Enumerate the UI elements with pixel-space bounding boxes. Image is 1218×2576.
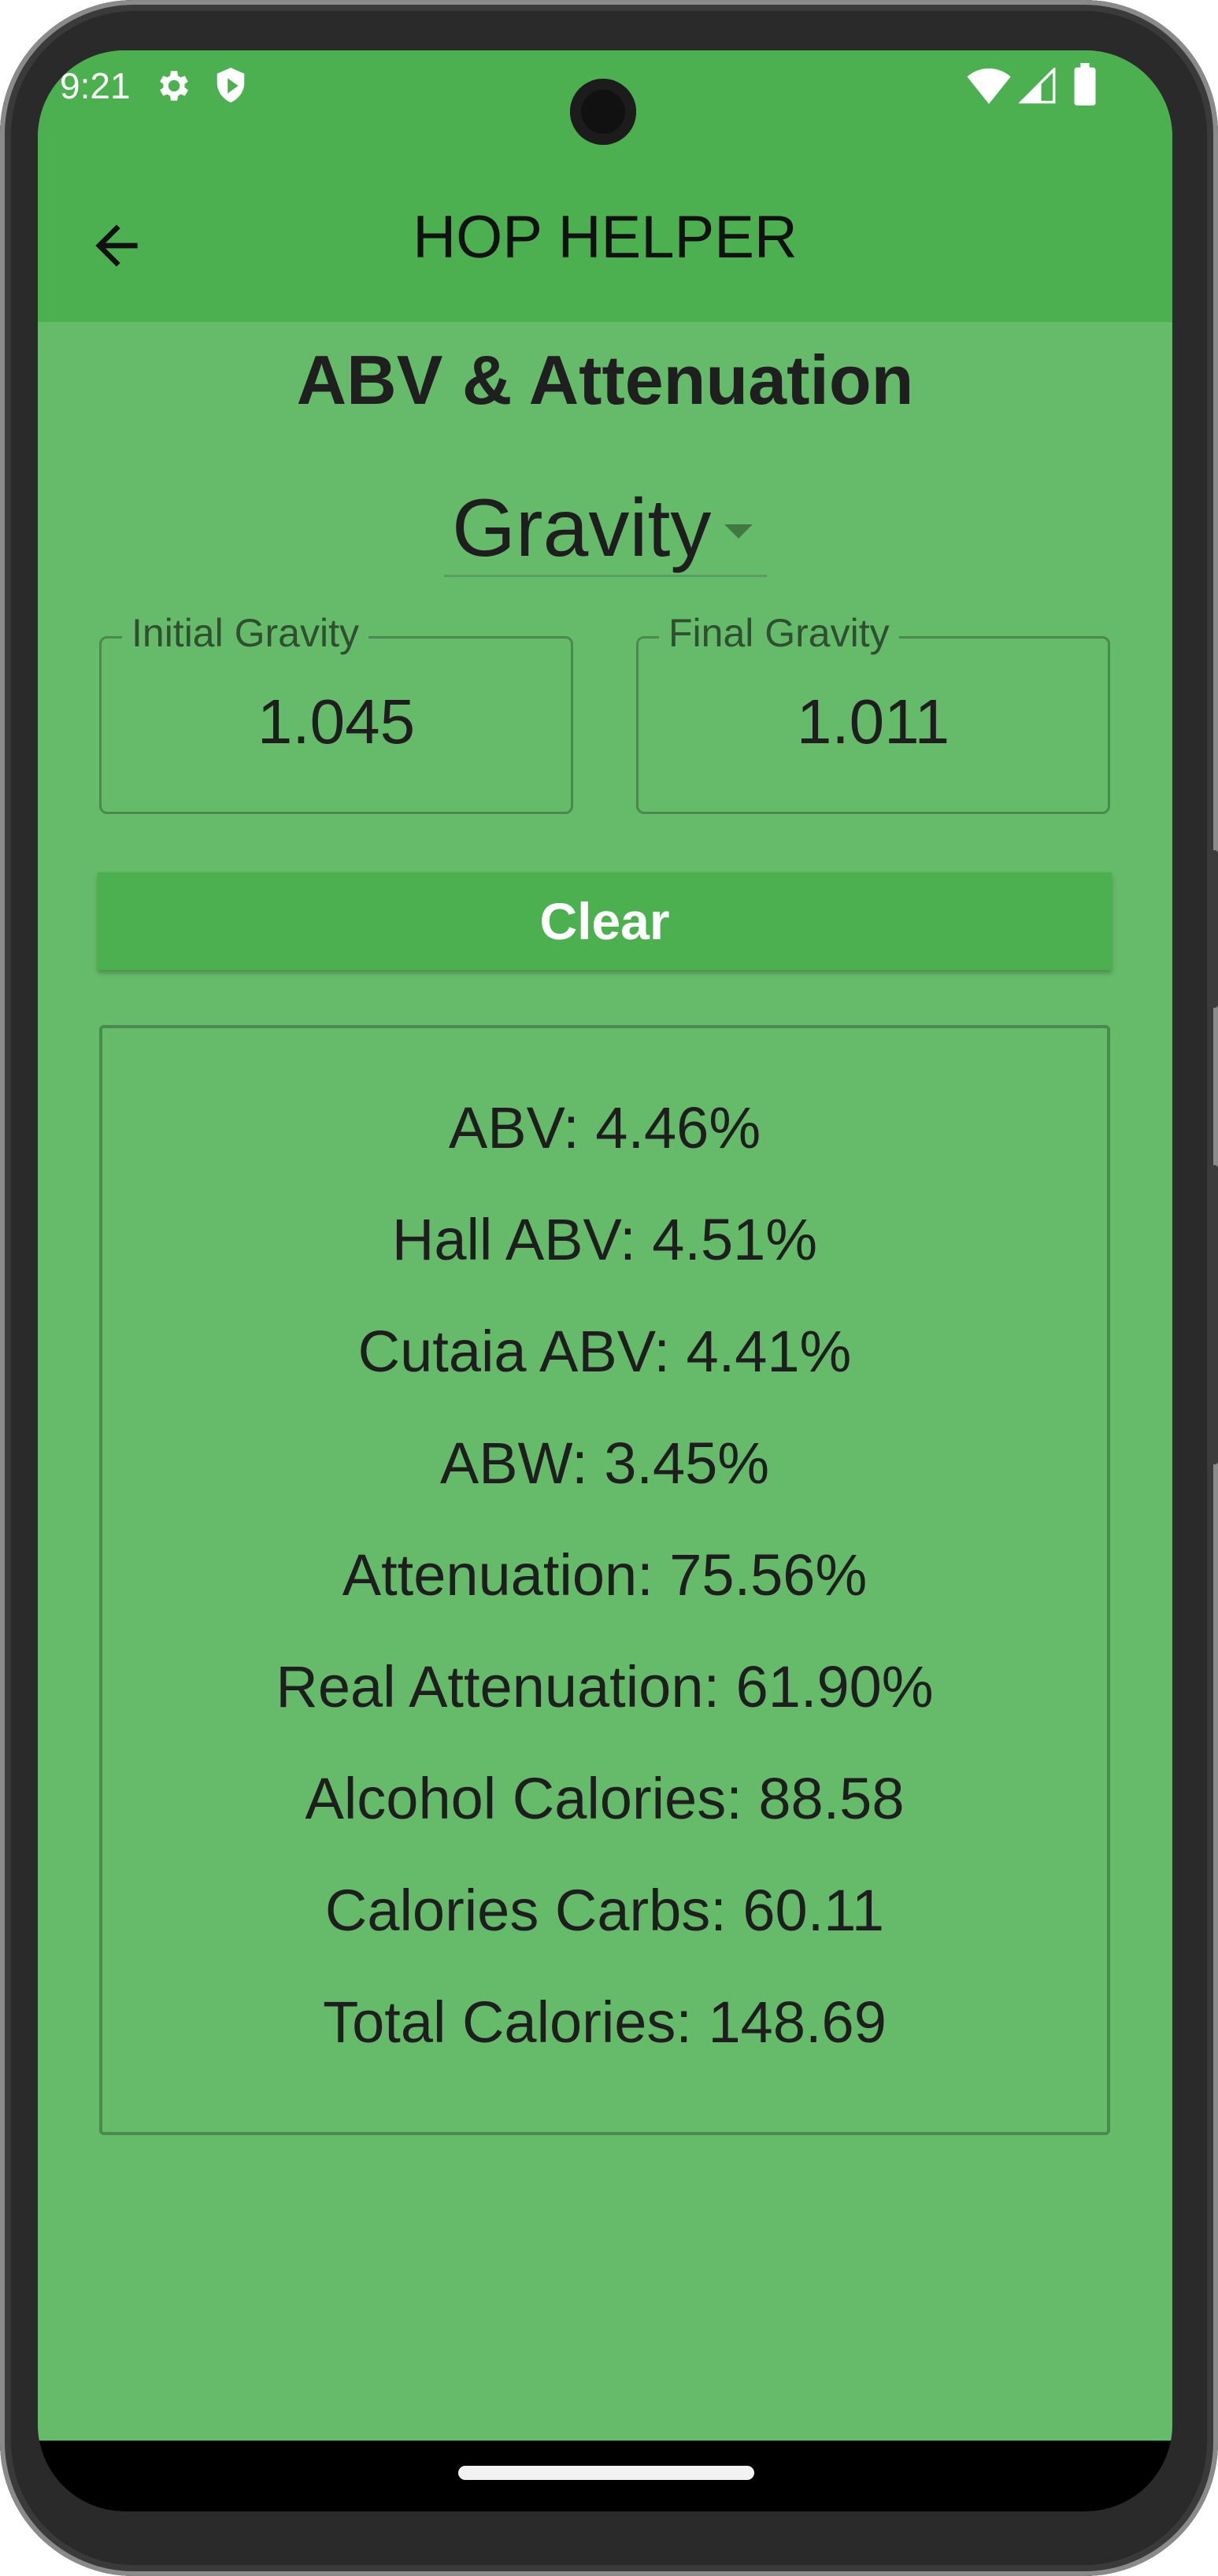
signal-icon [1019,68,1056,104]
initial-gravity-field[interactable]: Initial Gravity [99,610,573,814]
app-bar: HOP HELPER [38,168,1172,322]
gear-icon [160,71,188,101]
result-cutaia-abv: Cutaia ABV: 4.41% [357,1319,852,1384]
battery-icon [1074,63,1096,105]
system-nav-bar [38,2441,1172,2511]
page-title: ABV & Attenuation [296,341,914,419]
shield-icon [217,68,245,103]
initial-gravity-input[interactable] [102,686,571,758]
dropdown-selected-value: Gravity [452,483,712,574]
initial-gravity-label: Initial Gravity [122,610,368,656]
wifi-icon [967,68,1011,104]
result-total-calories: Total Calories: 148.69 [323,1989,887,2055]
result-real-attenuation: Real Attenuation: 61.90% [276,1654,934,1719]
result-abw: ABW: 3.45% [439,1430,770,1496]
result-hall-abv: Hall ABV: 4.51% [391,1207,818,1272]
result-abv: ABV: 4.46% [448,1095,761,1160]
power-button [1209,850,1218,1008]
final-gravity-label: Final Gravity [659,610,899,656]
phone-frame: 9:21 HOP HELPER ABV & Attenuation Gravit… [0,0,1218,2576]
result-calories-carbs: Calories Carbs: 60.11 [324,1878,885,1943]
status-time: 9:21 [60,65,131,106]
clear-button[interactable]: Clear [98,872,1112,970]
mode-dropdown[interactable]: Gravity [444,482,767,577]
caret-down-icon [724,524,753,539]
front-camera [570,79,636,145]
home-gesture-pill[interactable] [458,2466,754,2480]
final-gravity-input[interactable] [639,686,1108,758]
status-bar: 9:21 [38,50,1172,168]
app-screen: 9:21 HOP HELPER ABV & Attenuation Gravit… [38,50,1172,2511]
result-attenuation: Attenuation: 75.56% [342,1542,868,1608]
results-panel: ABV: 4.46% Hall ABV: 4.51% Cutaia ABV: 4… [99,1025,1110,2135]
final-gravity-field[interactable]: Final Gravity [636,610,1110,814]
app-title: HOP HELPER [413,204,798,271]
volume-button [1209,1165,1218,1464]
result-alcohol-calories: Alcohol Calories: 88.58 [305,1766,905,1831]
